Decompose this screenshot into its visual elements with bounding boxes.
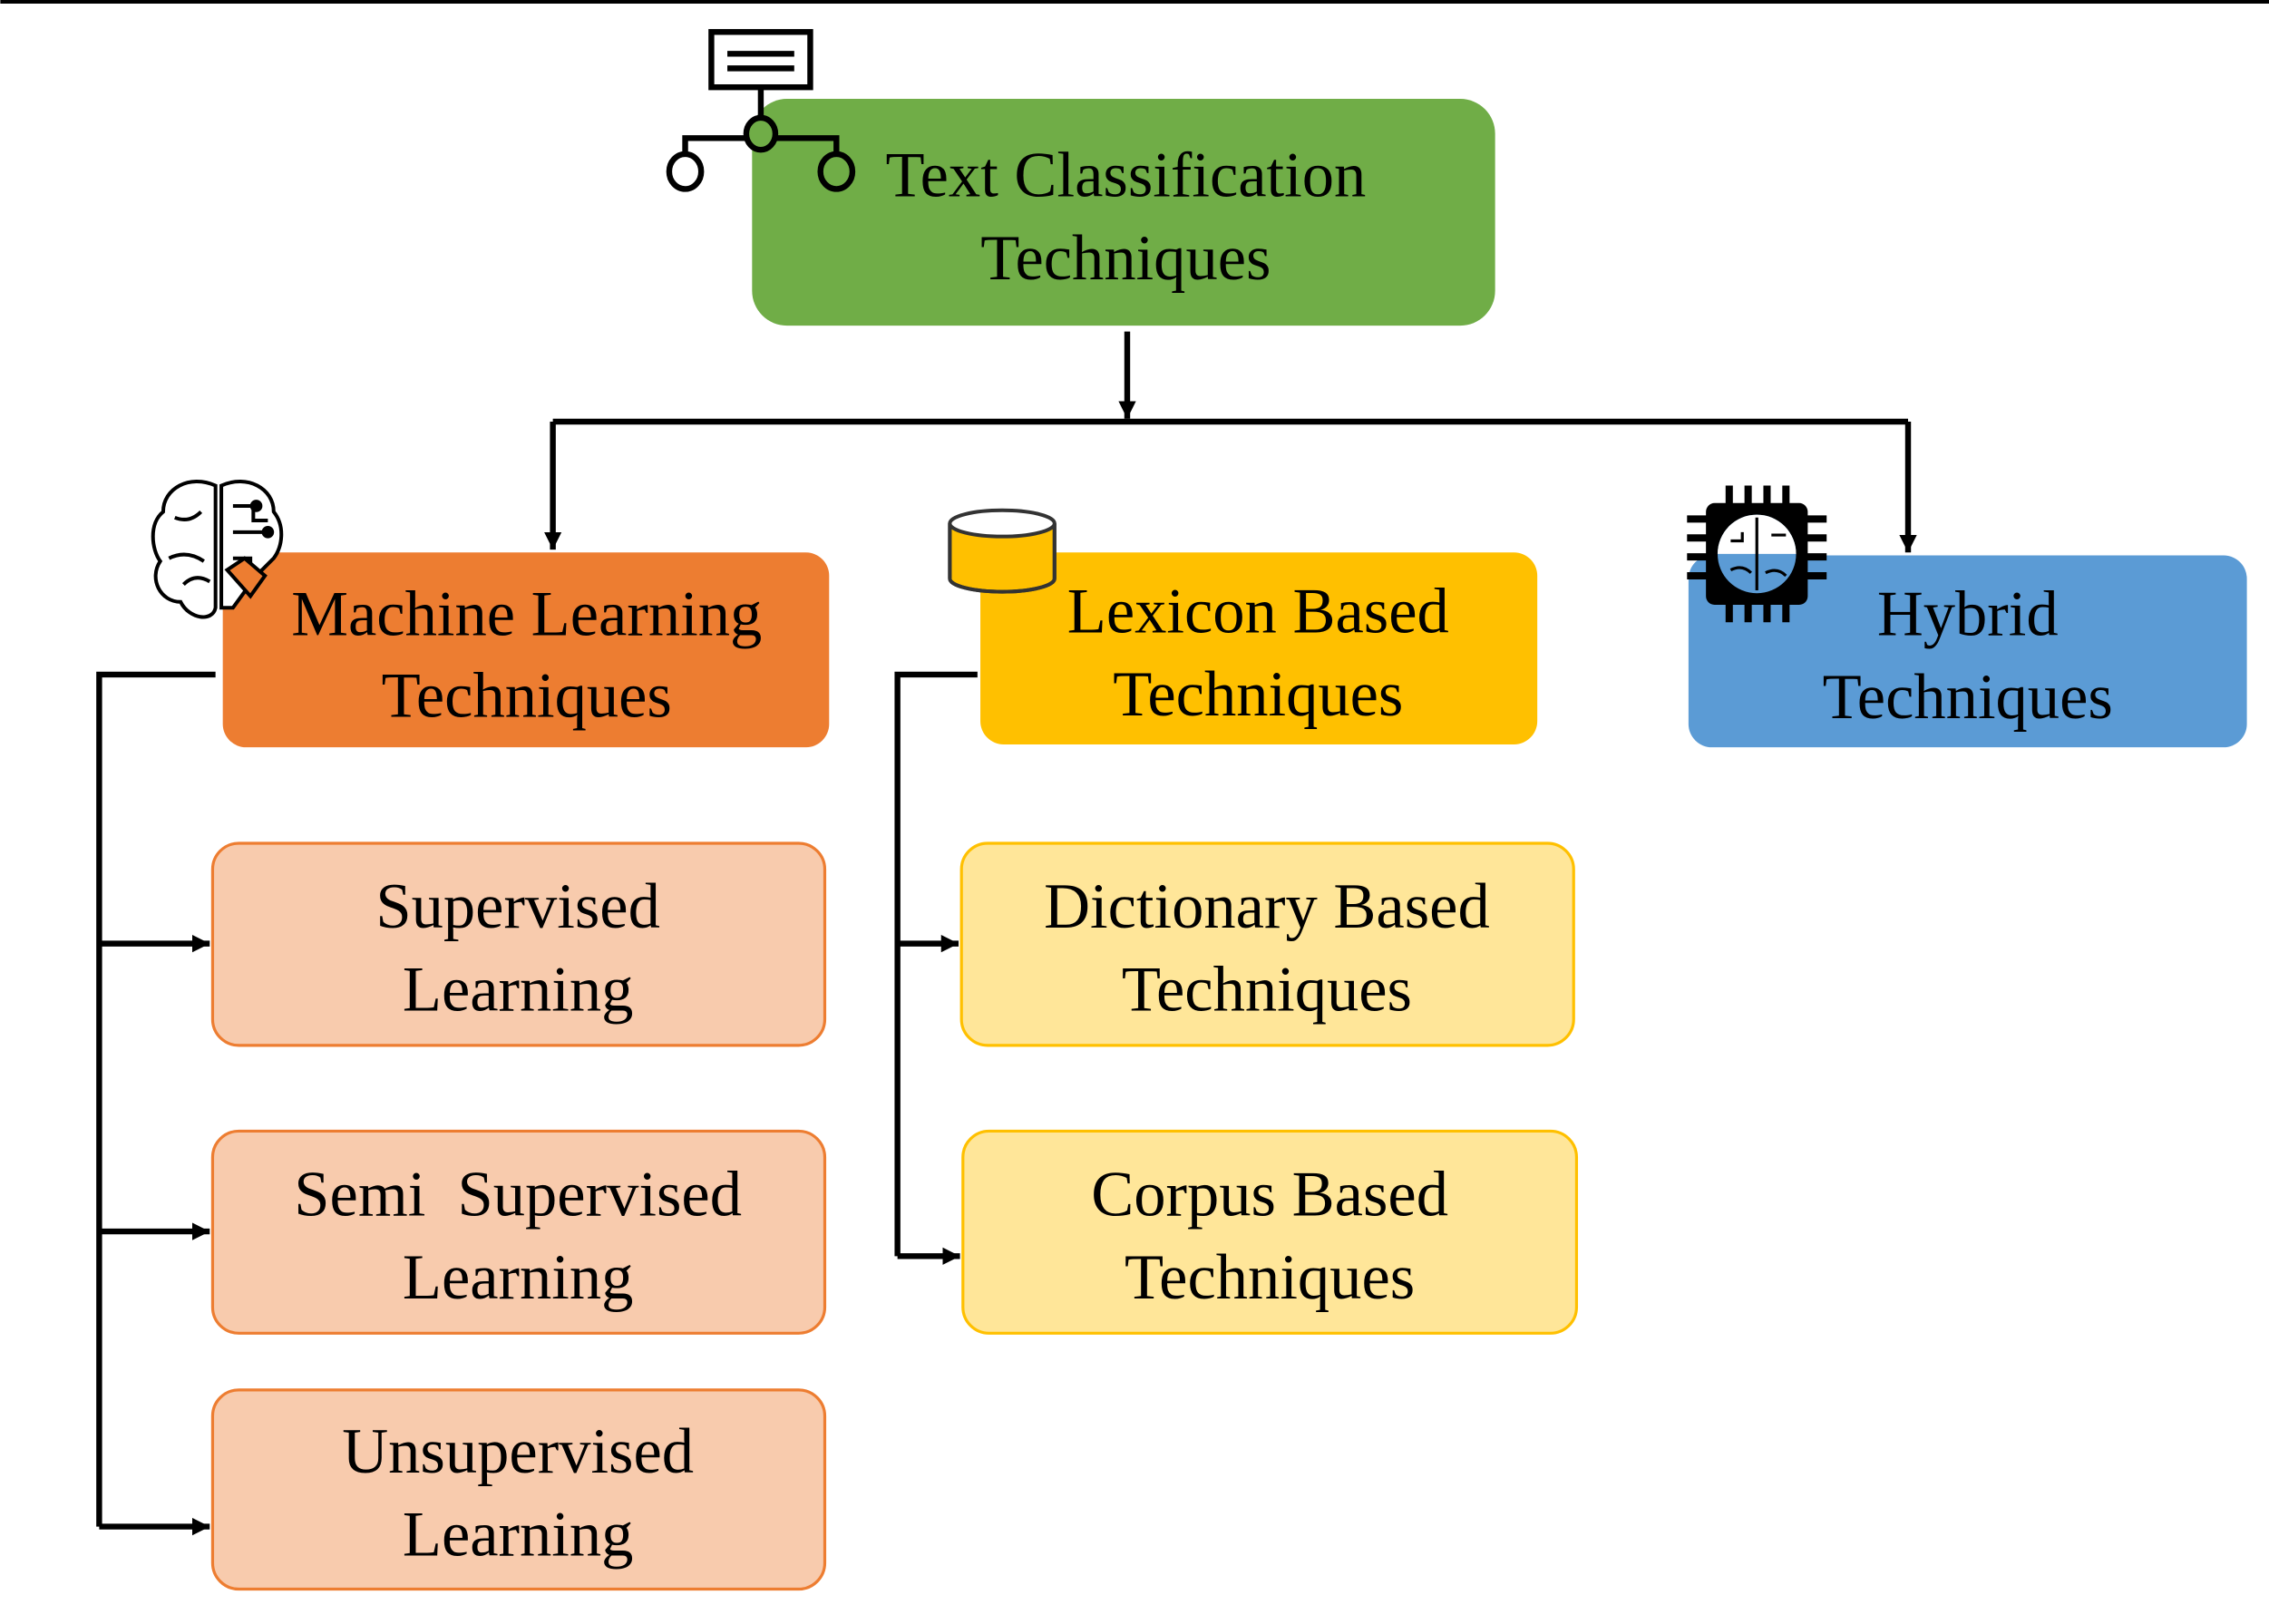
- database-icon: [948, 508, 1057, 594]
- supervised-node: Supervised Learning: [210, 841, 827, 1047]
- unsupervised-node: Unsupervised Learning: [210, 1388, 827, 1591]
- corpus-node: Corpus Based Techniques: [961, 1129, 1579, 1335]
- root-node: Text Classification Techniques: [752, 99, 1495, 326]
- ml-trunk: [96, 671, 216, 1527]
- machine-learning-node: Machine Learning Techniques: [222, 552, 830, 748]
- semi-supervised-node: Semi Supervised Learning: [210, 1129, 827, 1335]
- text-classification-diagram: Text Classification Techniques Machine Le…: [0, 0, 2269, 1591]
- dictionary-node: Dictionary Based Techniques: [959, 841, 1575, 1047]
- lexicon-node: Lexicon Based Techniques: [980, 552, 1538, 744]
